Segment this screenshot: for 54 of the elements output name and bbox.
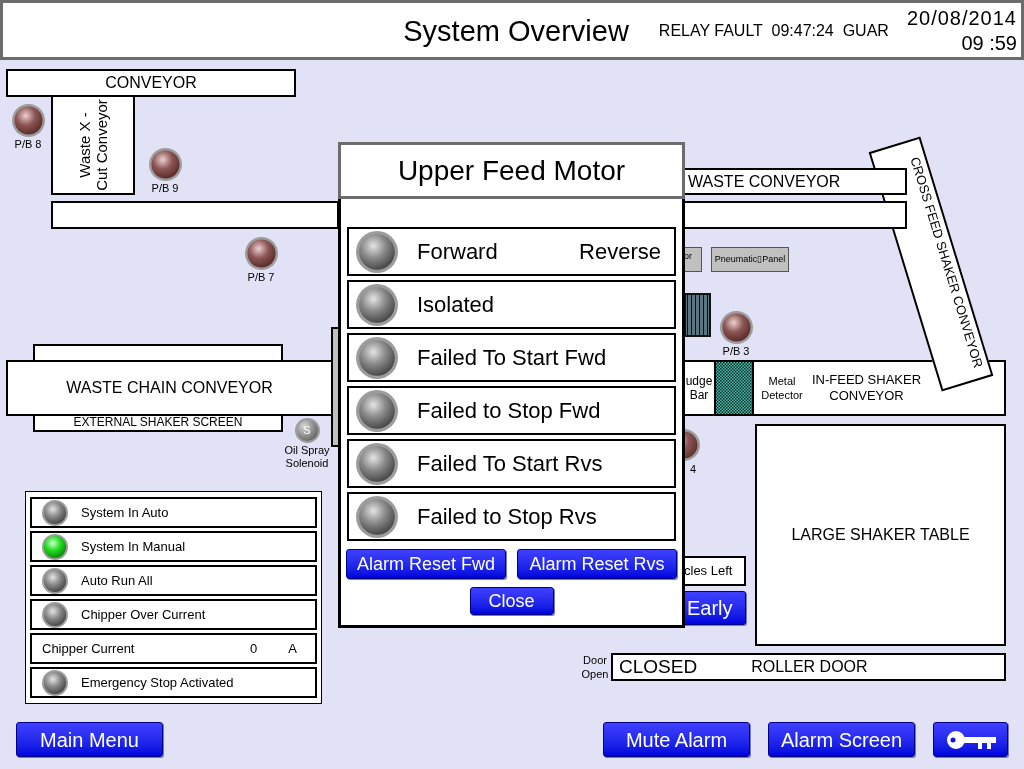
- indicator-label: Forward: [417, 238, 498, 266]
- reading-unit: A: [288, 639, 297, 658]
- conveyor-block: CONVEYOR: [6, 69, 296, 97]
- lamp-icon: [244, 237, 278, 270]
- early-button[interactable]: Early: [684, 591, 746, 625]
- indicator-label: Reverse: [579, 238, 661, 266]
- waste-chain-conveyor: WASTE CHAIN CONVEYOR: [6, 360, 333, 416]
- shaker-table: LARGE SHAKER TABLE: [755, 424, 1006, 646]
- metal-detector-label: Metal Detector: [760, 374, 804, 402]
- close-button[interactable]: Close: [469, 587, 554, 615]
- status-label: Chipper Current: [42, 639, 135, 658]
- status-label: Emergency Stop Activated: [81, 673, 234, 692]
- alarm-ticker: RELAY FAULT 09:47:24 GUAR: [658, 22, 889, 40]
- cycles-left-field: cles Left: [684, 556, 746, 586]
- solenoid-label: Oil Spray Solenoid: [284, 444, 330, 470]
- key-button[interactable]: [933, 722, 1008, 757]
- status-label: System In Auto: [81, 503, 169, 522]
- key-icon: [945, 728, 996, 751]
- nav-button[interactable]: Mute Alarm: [603, 722, 750, 757]
- alarm-reset-button[interactable]: Alarm Reset Fwd: [346, 549, 506, 579]
- reading-value: 0: [250, 639, 258, 658]
- indicator-label: Failed To Start Rvs: [417, 450, 603, 478]
- push-button-label: P/B 9: [151, 182, 179, 194]
- push-button-label: 4: [690, 463, 697, 475]
- solenoid-symbol: S: [294, 418, 320, 443]
- door-state: CLOSED: [619, 656, 698, 678]
- nav-button[interactable]: Main Menu: [16, 722, 163, 757]
- lamp-icon: [148, 148, 182, 181]
- date-text: 20/08/2014: [906, 6, 1017, 29]
- dialog-title: Upper Feed Motor: [338, 142, 685, 199]
- lamp-icon: [11, 104, 45, 137]
- status-label: Auto Run All: [81, 571, 153, 590]
- door-open-label: Door Open: [580, 653, 610, 681]
- push-button-label: P/B 7: [247, 271, 275, 283]
- indicator-label: Failed to Stop Fwd: [417, 397, 601, 425]
- status-label: Chipper Over Current: [81, 605, 206, 624]
- nudge-bar-label: udge Bar: [684, 374, 714, 402]
- indicator-label: Isolated: [417, 291, 495, 319]
- screen-label: EXTERNAL SHAKER SCREEN: [73, 415, 243, 429]
- panel-tag: Pneumatic▯Panel: [711, 247, 789, 272]
- push-button-label: P/B 8: [14, 138, 42, 150]
- waste-conveyor: WASTE CONVEYOR: [684, 168, 907, 195]
- push-button-label: P/B 3: [722, 345, 750, 357]
- screen-title: System Overview: [403, 15, 629, 47]
- nav-button[interactable]: Alarm Screen: [768, 722, 915, 757]
- door-name: ROLLER DOOR: [751, 657, 868, 677]
- alarm-reset-button[interactable]: Alarm Reset Rvs: [517, 549, 677, 579]
- status-label: System In Manual: [81, 537, 186, 556]
- conveyor-label: Waste X - Cut Conveyor: [76, 99, 110, 191]
- indicator-label: Failed To Start Fwd: [417, 344, 607, 372]
- lamp-icon: [719, 311, 753, 344]
- time-text: 09 :59: [961, 31, 1017, 54]
- striped-block-icon: [684, 293, 711, 337]
- indicator-label: Failed to Stop Rvs: [417, 503, 597, 531]
